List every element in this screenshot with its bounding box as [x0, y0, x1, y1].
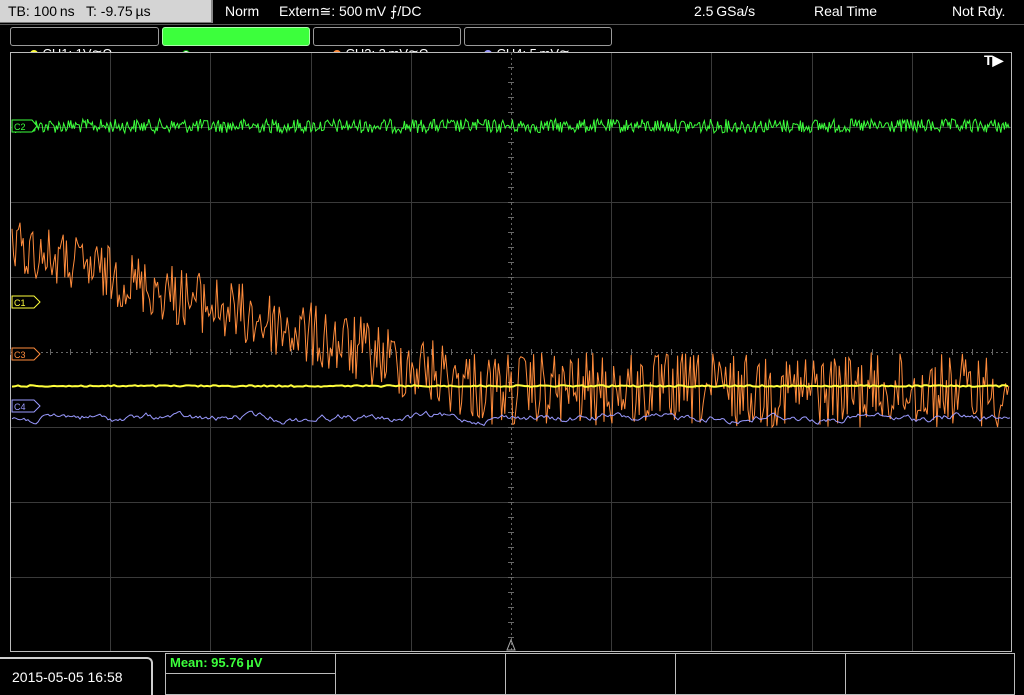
ch2-marker-text: C2	[14, 122, 26, 132]
trigger-source[interactable]: Extern≅: 500 mV ⨍/DC	[279, 0, 421, 23]
channel-tab-ch4[interactable]: CH4: 5 mV≅	[464, 27, 612, 61]
ch4-marker-text: C4	[14, 402, 26, 412]
ch4-level-marker[interactable]: C4	[11, 399, 41, 413]
channel-tab-ch2[interactable]: CH2: 5 mV≅Ω	[162, 27, 310, 61]
measurement-cell-empty[interactable]	[846, 654, 1014, 694]
ch1-level-marker[interactable]: C1	[11, 295, 41, 309]
channel-tab-ch3[interactable]: CH3: 2 mV≅Ω	[313, 27, 461, 61]
status-separator	[0, 24, 1024, 25]
measurement-cell-empty[interactable]	[676, 654, 846, 694]
channel-bar: CH1: 1V≅Ω CH2: 5 mV≅Ω CH3: 2 mV≅Ω CH4: 5…	[0, 26, 1024, 61]
acquisition-state: Not Rdy.	[952, 3, 1006, 19]
sample-rate[interactable]: 2.5 GSa/s	[694, 0, 755, 23]
acquisition-mode[interactable]: Real Time	[814, 0, 877, 23]
trigger-level-marker[interactable]: T▶	[984, 52, 1003, 69]
ch3-level-marker[interactable]: C3	[11, 347, 41, 361]
measurement-cell-empty[interactable]	[336, 654, 506, 694]
measurement-cell-mean[interactable]: Mean: 95.76 µV	[166, 654, 336, 674]
mean-measurement: Mean: 95.76 µV	[170, 655, 263, 670]
status-bar: TB: 100 ns T: -9.75 µs Norm Extern≅: 500…	[0, 0, 1024, 25]
ch1-marker-text: C1	[14, 298, 26, 308]
channel-tab-ch1[interactable]: CH1: 1V≅Ω	[10, 27, 159, 61]
waveform-display[interactable]: C2 C1 C3 C4	[10, 52, 1012, 652]
timebase-readout[interactable]: TB: 100 ns T: -9.75 µs	[0, 0, 213, 23]
ch3-marker-text: C3	[14, 350, 26, 360]
measurement-cell-empty[interactable]	[506, 654, 676, 694]
ch2-level-marker[interactable]: C2	[11, 119, 38, 133]
measurement-panel[interactable]: Mean: 95.76 µV	[165, 653, 1015, 695]
date-time-display: 2015-05-05 16:58	[0, 657, 153, 695]
trigger-mode[interactable]: Norm	[225, 0, 259, 23]
measurement-cell-empty[interactable]	[166, 674, 336, 694]
